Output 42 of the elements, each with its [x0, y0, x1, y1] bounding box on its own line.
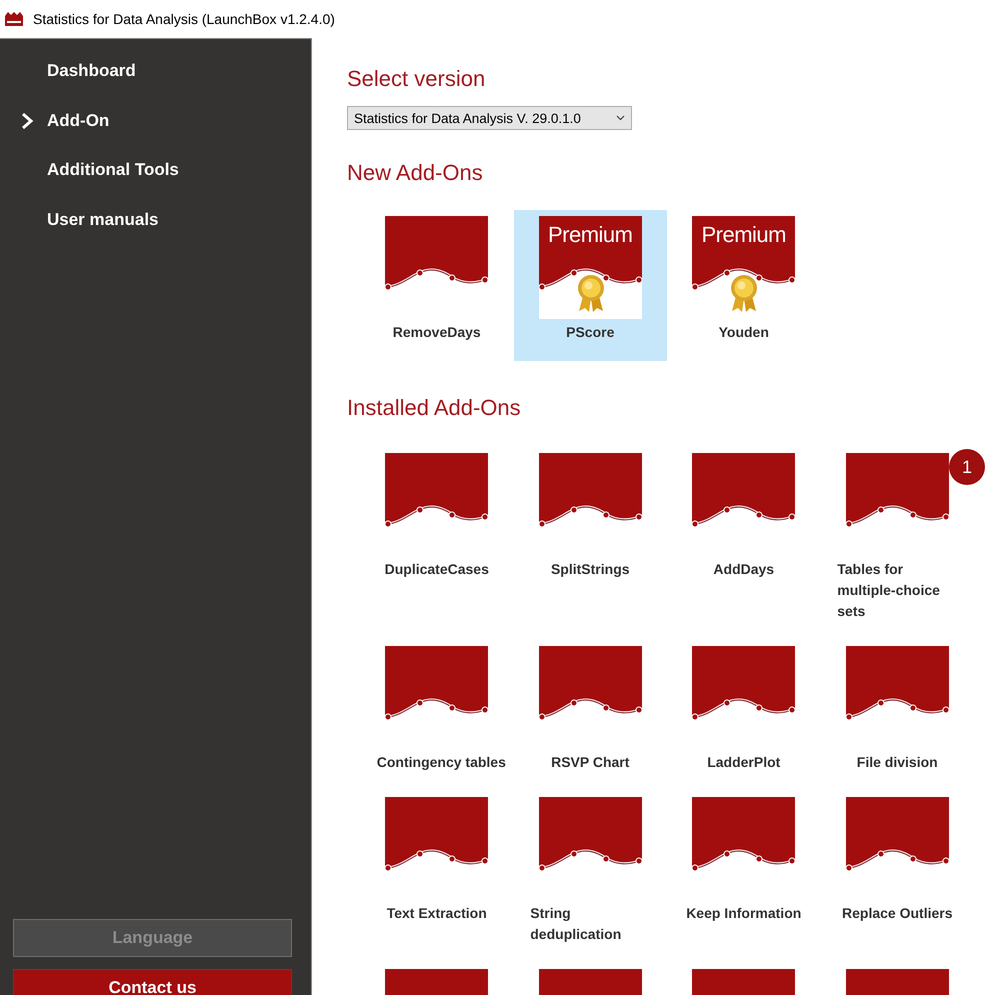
addon-tile[interactable]: RemoveDays: [360, 210, 514, 361]
section-heading: Installed Add-Ons: [347, 395, 522, 421]
addon-tile[interactable]: Premium Youden: [667, 210, 820, 361]
addon-tile[interactable]: SplitStrings: [514, 447, 667, 598]
caret-icon: [616, 115, 625, 121]
addon-banner-icon: [538, 453, 642, 529]
premium-label: Premium: [546, 222, 634, 248]
addon-tile[interactable]: Replace Outliers: [820, 791, 974, 942]
addon-banner-icon: [846, 453, 949, 529]
sidebar-item[interactable]: User manuals: [0, 210, 311, 259]
version-dropdown[interactable]: Statistics for Data Analysis V. 29.0.1.0: [347, 106, 632, 130]
addon-tile[interactable]: RSVP Chart: [514, 640, 667, 791]
app-logo-icon: [5, 12, 23, 26]
window-title: Statistics for Data Analysis (LaunchBox v1.2.4.0): [33, 11, 335, 27]
addon-banner-icon: [538, 797, 642, 873]
addon-tile[interactable]: Contingency tables: [360, 640, 514, 791]
addon-banner-icon: [692, 453, 796, 529]
sidebar-item[interactable]: Dashboard: [0, 61, 311, 110]
addon-banner-icon: [385, 453, 488, 529]
addon-banner-icon: [846, 797, 949, 873]
addon-banner-icon: [385, 646, 488, 722]
section-heading: Select version: [347, 66, 486, 92]
addon-banner-icon: [385, 797, 488, 873]
contact-button[interactable]: Contact us: [13, 969, 292, 995]
sidebar-item[interactable]: Additional Tools: [0, 160, 311, 210]
addon-banner-icon: [692, 646, 796, 722]
premium-label: Premium: [700, 222, 787, 248]
notification-badge: 1: [949, 449, 985, 485]
addon-tile[interactable]: Premium PScore: [514, 210, 667, 361]
addon-tile[interactable]: String deduplication: [514, 791, 667, 963]
sidebar-item[interactable]: Add-On: [0, 110, 311, 160]
addon-tile[interactable]: DuplicateCases: [360, 447, 514, 598]
addon-banner-icon: [385, 216, 488, 292]
addon-banner-icon: [846, 646, 949, 722]
addon-tile[interactable]: Text Extraction: [360, 791, 514, 942]
addon-banner-icon: [692, 797, 796, 873]
addon-tile[interactable]: AddDays: [667, 447, 820, 598]
addon-tile[interactable]: Keep Information: [667, 791, 820, 942]
addon-tile[interactable]: LadderPlot: [667, 640, 820, 791]
addon-tile[interactable]: File division: [820, 640, 974, 791]
section-heading: New Add-Ons: [347, 160, 484, 186]
addon-banner-icon: [538, 646, 642, 722]
